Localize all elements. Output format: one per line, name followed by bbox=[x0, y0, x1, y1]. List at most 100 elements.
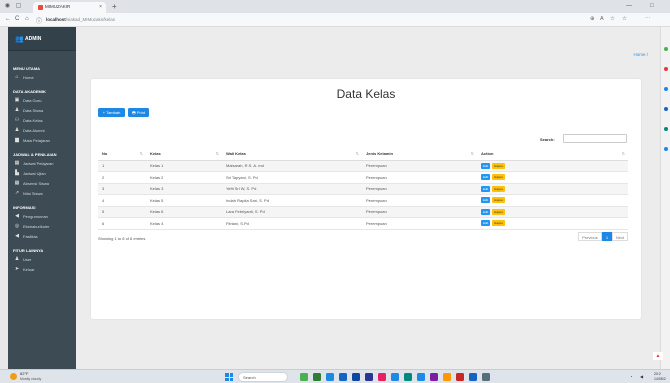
side-app-icon[interactable] bbox=[664, 147, 668, 151]
cell-action: Edit Hapus bbox=[477, 183, 628, 195]
home-icon[interactable]: ⌂ bbox=[25, 16, 29, 22]
print-button[interactable]: 🖶 Print bbox=[128, 108, 149, 117]
read-aloud-icon[interactable]: A bbox=[600, 16, 604, 22]
start-button[interactable] bbox=[225, 373, 233, 381]
column-header-jenis-kelamin[interactable]: Jenis Kelamin ⇅ bbox=[362, 148, 477, 161]
delete-button[interactable]: Hapus bbox=[492, 162, 505, 169]
delete-button[interactable]: Hapus bbox=[492, 220, 505, 227]
taskbar-app-icon[interactable] bbox=[456, 373, 464, 381]
network-icon[interactable]: ◔ bbox=[630, 374, 632, 379]
sidebar-item-user[interactable]: ♟ User bbox=[8, 254, 76, 264]
delete-button[interactable]: Hapus bbox=[492, 174, 505, 181]
table-row: 6 Kelas 4 Fitriani, S.Pd Perempuan Edit H… bbox=[98, 217, 628, 230]
taskbar-app-icon[interactable] bbox=[378, 373, 386, 381]
delete-button[interactable]: Hapus bbox=[492, 208, 505, 215]
sidebar-item-label: User bbox=[23, 256, 32, 262]
kelas-table: No ⇅ Kelas ⇅ Wali Kelas ⇅ Jenis Kelamin ⇅ Ac… bbox=[98, 148, 628, 230]
taskbar-app-icon[interactable] bbox=[469, 373, 477, 381]
minimize-button[interactable]: — bbox=[626, 3, 632, 9]
pagination-previous[interactable]: Previous bbox=[578, 232, 602, 241]
pagination-page-1[interactable]: 1 bbox=[602, 232, 612, 241]
url-field[interactable]: localhost/siakad_MIMuzakir/kelas bbox=[46, 17, 115, 22]
back-icon[interactable]: ← bbox=[5, 16, 11, 22]
taskbar-app-icon[interactable] bbox=[430, 373, 438, 381]
taskbar-app-icon[interactable] bbox=[339, 373, 347, 381]
cell-action: Edit Hapus bbox=[477, 171, 628, 184]
breadcrumb[interactable]: Home / bbox=[633, 52, 648, 57]
weather-widget[interactable]: 82°F Mostly cloudy bbox=[10, 371, 50, 383]
cell-kelas: Kelas 1 bbox=[146, 160, 222, 172]
edit-button[interactable]: Edit bbox=[481, 174, 491, 181]
calendar-icon: ▦ bbox=[14, 160, 20, 166]
taskbar-app-icon[interactable] bbox=[404, 373, 412, 381]
column-header-wali-kelas[interactable]: Wali Kelas ⇅ bbox=[222, 148, 362, 161]
menu-icon[interactable]: ⋯ bbox=[645, 16, 651, 22]
taskbar-search[interactable]: Search bbox=[238, 372, 288, 382]
site-info-icon[interactable]: ⓘ bbox=[36, 16, 42, 25]
tab-actions-icon[interactable]: ▢ bbox=[15, 3, 22, 10]
column-header-no[interactable]: No ⇅ bbox=[98, 148, 146, 161]
side-app-icon[interactable] bbox=[664, 47, 668, 51]
sidebar-item-keluar[interactable]: ➤ Keluar bbox=[8, 264, 76, 274]
taskbar-app-icon[interactable] bbox=[300, 373, 308, 381]
cell-kelas: Kelas 4 bbox=[146, 217, 222, 230]
sidebar-item-absensi-siswa[interactable]: ▦ Absensi Siswa bbox=[8, 178, 76, 188]
clock[interactable]: 20:2 14/05/2 bbox=[654, 372, 666, 382]
sidebar-item-label: Absensi Siswa bbox=[23, 180, 50, 186]
edit-button[interactable]: Edit bbox=[481, 208, 491, 215]
user-icon: ♟ bbox=[14, 256, 20, 262]
sidebar-item-jadwal-ujian[interactable]: ▙ Jadwal Ujian bbox=[8, 168, 76, 178]
taskbar-app-icon[interactable] bbox=[482, 373, 490, 381]
add-data-button[interactable]: + Tambah Data bbox=[98, 108, 125, 124]
edit-button[interactable]: Edit bbox=[481, 220, 491, 227]
scroll-up-icon[interactable]: ▲ bbox=[653, 352, 663, 360]
new-tab-button[interactable]: + bbox=[112, 2, 117, 11]
edit-button[interactable]: Edit bbox=[481, 197, 491, 204]
sidebar-item-nilai-siswa[interactable]: ↗ Nilai Siswa bbox=[8, 188, 76, 198]
sidebar-item-ekstrakurikuler[interactable]: ◎ Ekstrakurikuler bbox=[8, 221, 76, 231]
building-icon: ◀ bbox=[15, 233, 19, 239]
side-app-icon[interactable] bbox=[664, 107, 668, 111]
browser-tab[interactable]: MIMUZAKIR × bbox=[33, 2, 106, 13]
pagination-next[interactable]: Next bbox=[612, 232, 628, 241]
sort-icon: ⇅ bbox=[355, 151, 359, 156]
taskbar-app-icon[interactable] bbox=[391, 373, 399, 381]
column-header-kelas[interactable]: Kelas ⇅ bbox=[146, 148, 222, 161]
taskbar-app-icon[interactable] bbox=[443, 373, 451, 381]
sidebar-item-home[interactable]: ⌂ Home bbox=[8, 72, 76, 82]
side-app-icon[interactable] bbox=[664, 127, 668, 131]
cell-kelas: Kelas 2 bbox=[146, 171, 222, 184]
favorites-list-icon[interactable]: ☆ bbox=[622, 16, 627, 22]
edit-button[interactable]: Edit bbox=[481, 162, 491, 169]
taskbar-app-icon[interactable] bbox=[365, 373, 373, 381]
sidebar-item-data-alumni[interactable]: ♟ Data Alumni bbox=[8, 125, 76, 135]
edit-button[interactable]: Edit bbox=[481, 185, 491, 192]
delete-button[interactable]: Hapus bbox=[492, 197, 505, 204]
search-input[interactable] bbox=[563, 134, 627, 143]
taskbar-app-icon[interactable] bbox=[326, 373, 334, 381]
sidebar-item-data-kelas[interactable]: ⚇ Data Kelas bbox=[8, 115, 76, 125]
side-app-icon[interactable] bbox=[664, 67, 668, 71]
taskbar-app-icon[interactable] bbox=[417, 373, 425, 381]
refresh-icon[interactable]: C bbox=[15, 16, 19, 22]
zoom-icon[interactable]: ⊕ bbox=[590, 16, 595, 22]
taskbar-app-icon[interactable] bbox=[313, 373, 321, 381]
volume-icon[interactable]: ◀ bbox=[640, 374, 643, 379]
delete-button[interactable]: Hapus bbox=[492, 185, 505, 192]
sidebar-item-mata-pelajaran[interactable]: ▆ Mata Pelajaran bbox=[8, 135, 76, 145]
favorite-icon[interactable]: ☆ bbox=[610, 16, 615, 22]
close-tab-icon[interactable]: × bbox=[99, 4, 102, 10]
cell-jenis-kelamin: Perempuan bbox=[362, 160, 477, 172]
sidebar-item-fasilitas[interactable]: ◀ Fasilitas bbox=[8, 231, 76, 241]
sidebar-item-data-siswa[interactable]: ♟ Data Siswa bbox=[8, 105, 76, 115]
profile-icon[interactable]: ◉ bbox=[4, 3, 11, 10]
side-app-icon[interactable] bbox=[664, 87, 668, 91]
brand[interactable]: 👥 ADMIN bbox=[8, 27, 76, 51]
sidebar-item-pengumuman[interactable]: ◀ Pengumuman bbox=[8, 211, 76, 221]
taskbar-app-icon[interactable] bbox=[352, 373, 360, 381]
sidebar-item-data-guru[interactable]: ▣ Data Guru bbox=[8, 95, 76, 105]
column-header-action[interactable]: Action ⇅ bbox=[477, 148, 628, 161]
sidebar-item-jadwal-pelajaran[interactable]: ▦ Jadwal Pelajaran bbox=[8, 158, 76, 168]
restore-button[interactable]: □ bbox=[650, 3, 654, 9]
sort-icon: ⇅ bbox=[621, 151, 625, 156]
